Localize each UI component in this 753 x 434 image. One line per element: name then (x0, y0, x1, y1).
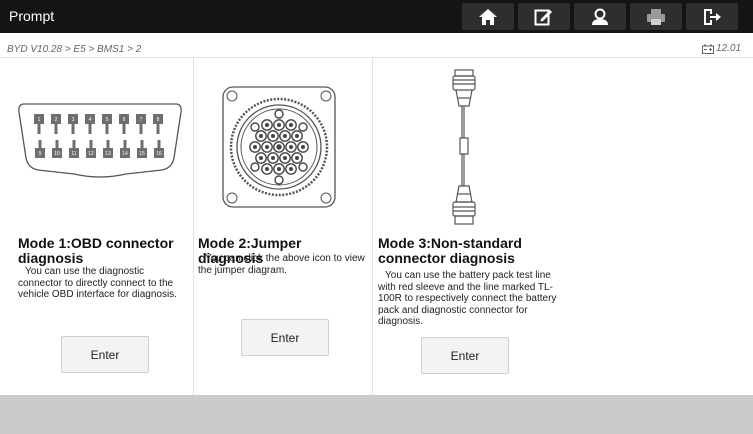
battery-voltage: 12.01 (716, 43, 742, 54)
column-divider (193, 58, 194, 395)
svg-text:11: 11 (71, 151, 76, 157)
top-bar: Prompt (0, 0, 753, 33)
svg-text:6: 6 (123, 117, 126, 123)
svg-text:8: 8 (157, 117, 160, 123)
header-divider (0, 57, 753, 58)
home-button[interactable] (462, 3, 514, 30)
mode-3-description: You can use the battery pack test line w… (378, 270, 557, 327)
svg-text:13: 13 (105, 151, 111, 157)
mode-2-enter-button[interactable]: Enter (241, 319, 329, 356)
mode-1-description: You can use the diagnostic connector to … (18, 266, 177, 300)
svg-text:10: 10 (54, 151, 60, 157)
bottom-bar (0, 395, 753, 434)
mode-3-title: Mode 3:Non-standard connector diagnosis (378, 235, 522, 266)
mode-3-enter-button[interactable]: Enter (421, 337, 509, 374)
print-icon (647, 8, 665, 25)
svg-text:5: 5 (106, 117, 109, 123)
svg-text:4: 4 (89, 117, 92, 123)
home-icon (479, 8, 497, 25)
column-divider (372, 58, 373, 395)
edit-button[interactable] (518, 3, 570, 30)
exit-button[interactable] (686, 3, 738, 30)
svg-text:7: 7 (140, 117, 143, 123)
battery-icon (702, 44, 714, 54)
user-icon (592, 8, 608, 25)
non-standard-cable-image[interactable] (445, 68, 483, 228)
page-title: Prompt (9, 8, 55, 24)
svg-text:12: 12 (88, 151, 94, 157)
obd-connector-image[interactable]: 1 2 3 4 5 6 7 8 9 10 11 12 13 14 15 16 (16, 100, 184, 182)
mode-1-title: Mode 1:OBD connector diagnosis (18, 235, 174, 266)
svg-text:2: 2 (55, 117, 58, 123)
jumper-connector-image[interactable] (221, 85, 337, 209)
exit-icon (704, 8, 721, 25)
battery-indicator: 12.01 (702, 43, 741, 54)
mode-2-description: You can click the above icon to view the… (198, 253, 365, 276)
print-button[interactable] (630, 3, 682, 30)
svg-text:1: 1 (38, 117, 41, 123)
breadcrumb: BYD V10.28 > E5 > BMS1 > 2 (7, 44, 142, 55)
svg-text:16: 16 (156, 151, 162, 157)
svg-text:15: 15 (139, 151, 145, 157)
edit-icon (534, 9, 552, 25)
svg-text:14: 14 (122, 151, 128, 157)
mode-1-enter-button[interactable]: Enter (61, 336, 149, 373)
svg-text:9: 9 (39, 151, 42, 157)
user-button[interactable] (574, 3, 626, 30)
svg-text:3: 3 (72, 117, 75, 123)
